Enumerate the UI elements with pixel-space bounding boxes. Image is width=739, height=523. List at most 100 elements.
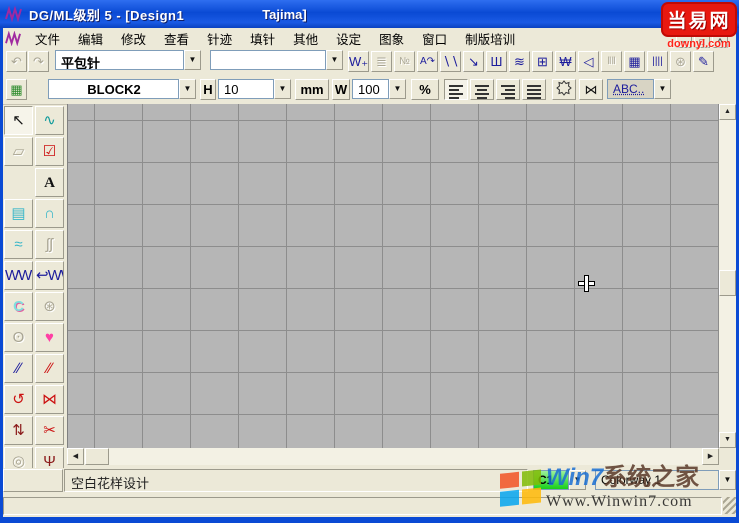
manual-stitch-icon[interactable]: W₊	[348, 51, 369, 72]
scroll-up-icon[interactable]: ▲	[719, 104, 736, 120]
menu-item[interactable]: 修改	[112, 27, 155, 50]
run-stitch-icon[interactable]: ∖∖	[440, 51, 461, 72]
dome-shape-tool[interactable]: ∩	[35, 199, 64, 228]
fur-stitch-icon[interactable]: ≋	[509, 51, 530, 72]
menu-item[interactable]: 填针	[241, 27, 284, 50]
applique-icon[interactable]: ◁	[578, 51, 599, 72]
width-combo[interactable]: 100 ▼	[352, 79, 406, 101]
text-tool[interactable]: A	[35, 168, 64, 197]
badge-outline-icon[interactable]	[552, 79, 576, 100]
scroll-down-icon[interactable]: ▼	[719, 432, 736, 448]
column-bow-tool[interactable]: ⋈	[35, 385, 64, 414]
chevron-down-icon[interactable]: ▼	[184, 50, 201, 70]
vertical-scroll-thumb[interactable]	[719, 270, 736, 296]
preset-combo[interactable]: ▼	[210, 50, 343, 72]
sequin-icon[interactable]: ⊛	[670, 51, 691, 72]
horizontal-scroll-thumb[interactable]	[85, 448, 109, 465]
block-value[interactable]: BLOCK2	[48, 79, 179, 99]
stitch-number-icon[interactable]: №	[394, 51, 415, 72]
menu-item[interactable]: 编辑	[69, 27, 112, 50]
crosshair-cursor	[578, 275, 595, 292]
grid-fill-icon[interactable]: ⊞	[532, 51, 553, 72]
complex-fill-tool[interactable]: C	[4, 292, 33, 321]
zigzag-return-tool[interactable]: ↩WW	[35, 261, 64, 290]
align-justify-icon[interactable]	[522, 79, 546, 100]
menu-item[interactable]: 图象	[370, 27, 413, 50]
heart-fill-tool[interactable]: ♥	[35, 323, 64, 352]
fork-stitch-tool[interactable]: Ψ	[35, 447, 64, 468]
titlebar: DG/ML级别 5 - [Design1 Tajima]	[0, 0, 739, 28]
menu-item[interactable]: 文件	[26, 27, 69, 50]
menu-item[interactable]: 其他	[284, 27, 327, 50]
column-shape-tool[interactable]: ▤	[4, 199, 33, 228]
redo-button[interactable]: ↷	[28, 51, 49, 72]
bars-icon[interactable]: ‖‖	[601, 51, 622, 72]
stitch-type-combo[interactable]: 平包针 ▼	[55, 50, 201, 72]
envelope-shape-icon[interactable]: ⋈	[579, 79, 603, 100]
slant-stitch-tool[interactable]: ∕∕	[4, 354, 33, 383]
toolbar-stitch: ↶ ↷ 平包针 ▼ ▼ W₊≣№A↷∖∖↘Ш≋⊞₩◁‖‖▦||||⊛✎	[3, 48, 736, 78]
scroll-left-icon[interactable]: ◀	[67, 448, 84, 465]
menu-item[interactable]: 制版培训	[456, 27, 524, 50]
height-value[interactable]: 10	[218, 79, 274, 99]
height-combo[interactable]: 10 ▼	[218, 79, 291, 101]
vertical-scrollbar[interactable]: ▲ ▼	[719, 104, 736, 448]
sphere-fill-tool[interactable]: ⊛	[35, 292, 64, 321]
align-left-icon[interactable]	[444, 79, 468, 100]
chevron-down-icon[interactable]: ▼	[389, 79, 406, 99]
watermark-brand-right: 系统之家	[603, 464, 699, 491]
font-value[interactable]: ABC..	[607, 79, 654, 99]
ellipse-tool[interactable]: ↺	[4, 385, 33, 414]
align-center-icon[interactable]	[470, 79, 494, 100]
palette-shape-tool[interactable]: ʘ	[4, 323, 33, 352]
empty-slot[interactable]	[4, 168, 33, 197]
curves-tool[interactable]: ʃʃ	[35, 230, 64, 259]
chevron-down-icon[interactable]: ▼	[326, 50, 343, 70]
menu-item[interactable]: 针迹	[198, 27, 241, 50]
stitch-list-icon[interactable]: ≣	[371, 51, 392, 72]
window-title-machine: Tajima]	[262, 7, 307, 22]
updown-stitch-tool[interactable]: ⇅	[4, 416, 33, 445]
scroll-right-icon[interactable]: ▶	[702, 448, 719, 465]
stitch-edit-icon[interactable]: ✎	[693, 51, 714, 72]
undo-button[interactable]: ↶	[6, 51, 27, 72]
pointer-tool[interactable]: ↖	[4, 106, 33, 135]
window-title: DG/ML级别 5 - [Design1	[29, 5, 184, 24]
chevron-down-icon[interactable]: ▼	[179, 79, 196, 99]
menu-item[interactable]: 设定	[327, 27, 370, 50]
chevron-down-icon[interactable]: ▼	[274, 79, 291, 99]
spiral-tool[interactable]: ◎	[4, 447, 33, 468]
tatami-fill-icon[interactable]: ▦	[624, 51, 645, 72]
menu-item[interactable]: 查看	[155, 27, 198, 50]
zigzag-open-tool[interactable]: WWW	[4, 261, 33, 290]
text-curve-icon[interactable]: A↷	[417, 51, 438, 72]
resize-grip[interactable]	[723, 497, 736, 514]
design-canvas[interactable]	[67, 104, 719, 448]
chevron-down-icon[interactable]: ▼	[654, 79, 671, 99]
status-message: 空白花样设计	[64, 469, 528, 492]
block-combo[interactable]: BLOCK2 ▼	[48, 79, 196, 101]
line-fill-icon[interactable]: ||||	[647, 51, 668, 72]
align-right-icon[interactable]	[496, 79, 520, 100]
window-border-bottom	[0, 517, 739, 523]
percent-unit-button[interactable]: %	[411, 79, 439, 100]
font-combo[interactable]: ABC.. ▼	[607, 79, 671, 101]
menu-item[interactable]: 窗口	[413, 27, 456, 50]
stitch-type-value[interactable]: 平包针	[55, 50, 184, 70]
satin-stitch-icon[interactable]: Ш	[486, 51, 507, 72]
zigzag-stitch-icon[interactable]: ₩	[555, 51, 576, 72]
mm-unit-button[interactable]: mm	[295, 79, 329, 100]
chevron-down-icon[interactable]: ▼	[719, 470, 736, 490]
band-shape-tool[interactable]: ≈	[4, 230, 33, 259]
jump-stitch-icon[interactable]: ↘	[463, 51, 484, 72]
horizontal-scrollbar[interactable]: ◀ ▶	[67, 448, 719, 465]
scissors-tool[interactable]: ✂	[35, 416, 64, 445]
check-tool[interactable]: ☑	[35, 137, 64, 166]
preset-value[interactable]	[210, 50, 326, 70]
curve-edit-tool[interactable]: ∿	[35, 106, 64, 135]
lasso-tool[interactable]: ▱	[4, 137, 33, 166]
width-value[interactable]: 100	[352, 79, 389, 99]
block-palette-icon[interactable]: ▦	[6, 79, 27, 100]
parallel-stitch-tool[interactable]: ∕∕	[35, 354, 64, 383]
app-icon	[5, 6, 23, 22]
